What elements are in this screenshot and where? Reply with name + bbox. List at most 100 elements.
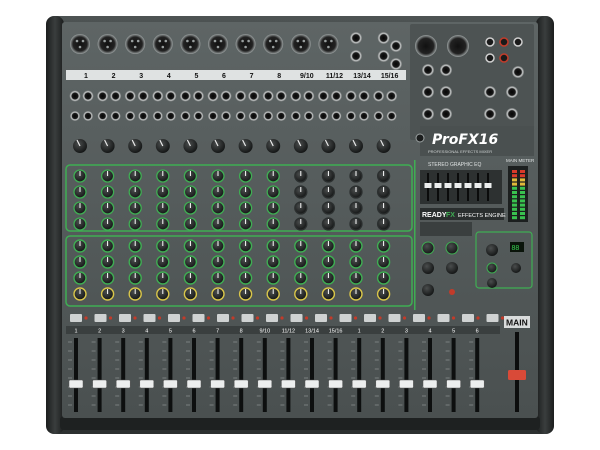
pan-knob bbox=[128, 287, 142, 301]
insert-jack bbox=[221, 111, 231, 121]
sub-out-jack-4 bbox=[506, 108, 518, 120]
rca-jack-4 bbox=[485, 53, 495, 63]
mute-button bbox=[143, 314, 156, 322]
mute-button bbox=[486, 314, 499, 322]
mute-led bbox=[476, 316, 480, 320]
channel-number-label: 4 bbox=[167, 73, 171, 80]
line-input-jack bbox=[180, 111, 191, 121]
xlr-input bbox=[318, 34, 339, 54]
gain-knob bbox=[266, 139, 281, 153]
fader-number-label: 4 bbox=[145, 329, 148, 335]
xlr-input bbox=[208, 34, 228, 54]
mixer-photo: 1 2 3 4 5 6 7 8 9/10 11/12 13/14 15/16 1 2 3 4 5 6 7 8 9/10… bbox=[46, 16, 554, 434]
channel-number-label: 5 bbox=[194, 73, 198, 80]
insert-jack bbox=[192, 90, 204, 102]
line-jack-right bbox=[377, 50, 390, 62]
xlr-input bbox=[290, 34, 311, 54]
line-input-jack bbox=[346, 111, 356, 121]
line-input-jack bbox=[70, 111, 80, 121]
line-input-jack bbox=[97, 111, 108, 121]
aux-knob bbox=[183, 255, 198, 269]
fader-number-label: 3 bbox=[122, 329, 125, 335]
mute-led bbox=[451, 316, 456, 320]
line-input-jack bbox=[179, 90, 191, 102]
aux-knob bbox=[238, 271, 253, 285]
fader-number-label: 1 bbox=[358, 329, 361, 335]
aux-out-jack-4 bbox=[440, 108, 452, 120]
line-input-jack bbox=[290, 111, 301, 121]
insert-jack bbox=[303, 90, 315, 102]
fader-number-label: 3 bbox=[405, 329, 408, 335]
eq-knob bbox=[73, 185, 87, 199]
eq-knob bbox=[211, 169, 225, 183]
fader-number-label: 7 bbox=[216, 329, 219, 335]
mute-led bbox=[353, 316, 358, 320]
gain-knob bbox=[376, 139, 391, 153]
insert-jack bbox=[275, 90, 287, 102]
aux-knob bbox=[266, 271, 280, 285]
graphic-eq-slider-cap bbox=[424, 183, 432, 188]
rca-jack-5 bbox=[499, 53, 509, 63]
insert-jack bbox=[193, 111, 204, 121]
mute-button bbox=[462, 314, 474, 322]
pan-knob bbox=[294, 287, 308, 301]
rca-jack-1 bbox=[485, 37, 495, 47]
insert-jack bbox=[331, 111, 342, 121]
right-side-panel bbox=[536, 16, 554, 434]
line-input-jack bbox=[373, 90, 385, 102]
eq-knob bbox=[100, 185, 115, 199]
mute-led bbox=[157, 316, 162, 320]
eq-knob bbox=[266, 185, 280, 199]
graphic-eq-slider-cap bbox=[444, 183, 452, 188]
line-input-jack bbox=[125, 111, 136, 121]
aux-knob bbox=[294, 255, 308, 269]
line-input-jack bbox=[97, 90, 109, 102]
fader-number-label: 2 bbox=[98, 329, 101, 335]
graphic-eq-slider-cap bbox=[434, 183, 442, 188]
line-input-jack bbox=[152, 111, 163, 121]
sub-out-jack-2 bbox=[506, 86, 518, 98]
eq-knob bbox=[211, 185, 225, 199]
mute-button bbox=[315, 314, 327, 322]
sub-out-jack-1 bbox=[484, 86, 496, 98]
fader-number-label: 15/16 bbox=[329, 329, 343, 335]
mute-led bbox=[280, 316, 284, 320]
gain-knob bbox=[73, 139, 87, 153]
insert-jack bbox=[110, 90, 122, 102]
aux-knob bbox=[294, 271, 308, 285]
aux-knob bbox=[238, 239, 253, 253]
eq-knob bbox=[238, 217, 253, 231]
eq-knob bbox=[128, 217, 142, 231]
insert-jack bbox=[165, 90, 177, 102]
eq-knob bbox=[349, 169, 363, 183]
eq-knob bbox=[321, 185, 336, 199]
fader-number-label: 8 bbox=[240, 329, 243, 335]
logo-badge-icon bbox=[415, 133, 425, 143]
eq-knob bbox=[266, 169, 280, 183]
phones-jack bbox=[512, 66, 524, 78]
gain-knob bbox=[100, 139, 115, 153]
eq-knob bbox=[376, 169, 391, 183]
eq-knob bbox=[294, 217, 308, 231]
mute-led bbox=[108, 316, 113, 320]
left-side-panel bbox=[46, 16, 64, 434]
mute-button bbox=[241, 314, 254, 322]
main-out-xlr-right bbox=[447, 35, 469, 57]
channel-number-row: 1 2 3 4 5 6 7 8 9/10 11/12 13/14 15/16 bbox=[66, 70, 406, 80]
insert-jack bbox=[110, 111, 121, 121]
eq-knob bbox=[100, 169, 115, 183]
main-out-xlr-left bbox=[415, 35, 437, 57]
mute-led bbox=[84, 316, 88, 320]
eq-knob bbox=[128, 169, 142, 183]
aux-knob bbox=[376, 271, 391, 285]
aux-knob bbox=[376, 239, 391, 253]
eq-knob bbox=[128, 201, 142, 215]
mute-led bbox=[427, 316, 431, 320]
fader-number-label: 6 bbox=[476, 329, 479, 335]
graphic-eq-slider-cap bbox=[484, 183, 492, 188]
fx-to-main-knob bbox=[487, 278, 497, 288]
fader-number-label: 1 bbox=[74, 329, 77, 335]
fader-number-label: 6 bbox=[192, 329, 195, 335]
footswitch-jack bbox=[390, 40, 402, 52]
eq-knob bbox=[376, 201, 391, 215]
